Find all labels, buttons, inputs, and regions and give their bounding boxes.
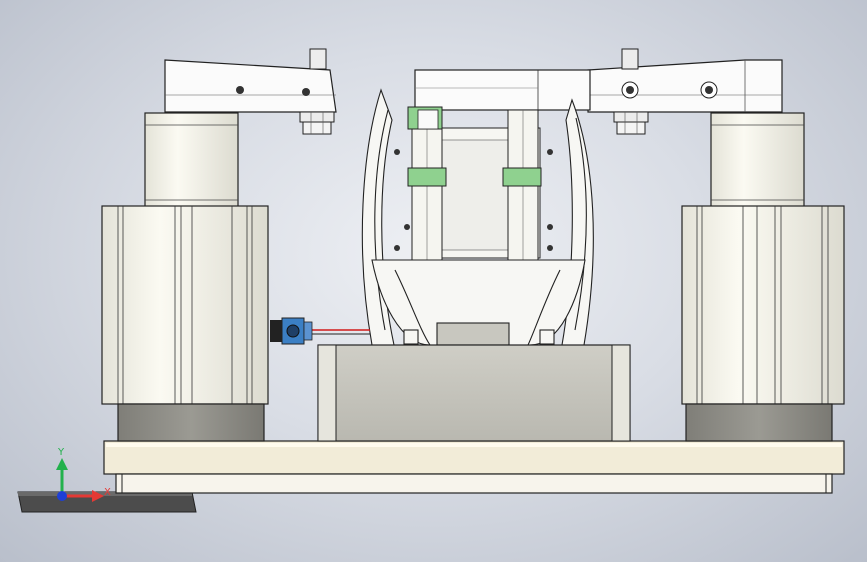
right-clamp-cylinder[interactable]: [681, 112, 845, 442]
z-axis-dot: [57, 491, 67, 501]
left-clamp-cylinder[interactable]: [101, 112, 269, 442]
center-fixture-frame[interactable]: [394, 69, 591, 261]
center-support-block[interactable]: [317, 344, 631, 442]
proximity-sensor[interactable]: [270, 317, 370, 345]
x-axis-label: X: [104, 487, 111, 498]
y-axis-label: Y: [57, 447, 65, 458]
base-plate[interactable]: [103, 440, 845, 494]
cad-graphics-viewport[interactable]: Y X: [0, 0, 867, 562]
